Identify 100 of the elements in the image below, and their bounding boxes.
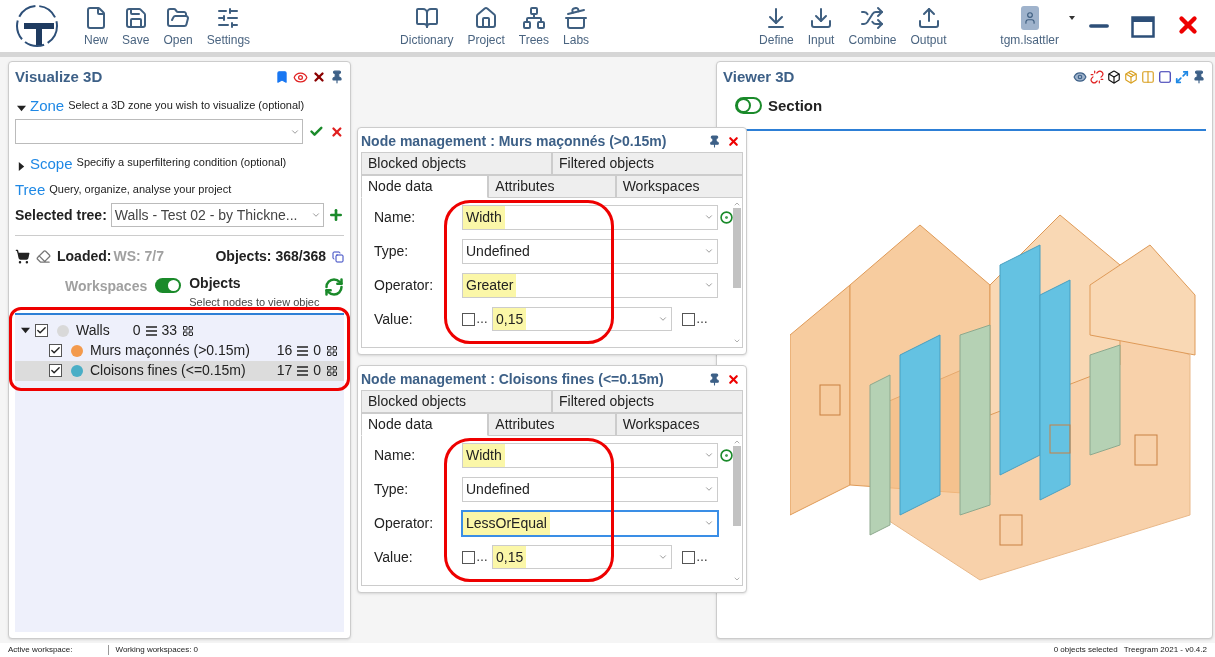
confirm-check-icon[interactable] — [309, 124, 325, 139]
count-text: 0 — [313, 361, 321, 380]
scrollbar-thumb[interactable] — [733, 446, 741, 526]
folder-icon — [166, 6, 191, 30]
dropdown-caret-icon[interactable] — [1069, 16, 1075, 20]
target-icon[interactable] — [720, 210, 733, 224]
toolbar-button[interactable]: Dictionary — [400, 6, 454, 46]
toolbar-button[interactable]: Open — [163, 6, 193, 46]
clear-icon[interactable] — [330, 124, 344, 139]
toolbar-button[interactable]: Combine — [848, 6, 897, 46]
range-checkbox[interactable] — [682, 312, 695, 326]
pin-icon[interactable] — [330, 70, 344, 85]
book-icon — [414, 6, 439, 30]
toolbar-button[interactable]: Labs — [563, 6, 590, 46]
count-text: 16 — [276, 341, 293, 360]
value-dropdown[interactable]: 0,15 — [492, 545, 672, 569]
close-icon[interactable] — [727, 135, 740, 148]
section-heading: Tree — [15, 182, 46, 197]
eye-icon[interactable] — [1073, 70, 1087, 85]
count-text: 17 — [276, 361, 293, 380]
loaded-label: Loaded: — [57, 247, 112, 266]
collapse-arrow-icon[interactable] — [21, 326, 30, 335]
section-hint: Query, organize, analyse your project — [49, 181, 232, 197]
status-text: 0 objects selected — [1053, 644, 1118, 656]
toolbar-button[interactable]: Trees — [518, 6, 550, 46]
status-text: Working workspaces: 0 — [115, 644, 199, 656]
eye-icon[interactable] — [293, 69, 308, 85]
mode-toggle[interactable] — [155, 278, 182, 293]
grid-icon — [326, 364, 338, 377]
checkbox[interactable] — [49, 364, 62, 377]
range-checkbox[interactable] — [462, 312, 475, 326]
add-icon[interactable] — [327, 207, 344, 223]
section-heading[interactable]: Zone — [30, 98, 65, 113]
panel-title: Visualize 3D — [15, 67, 103, 87]
user-badge-icon — [1020, 6, 1039, 30]
select-dropdown[interactable]: Undefined — [462, 238, 718, 264]
broken-link-icon[interactable] — [1090, 70, 1104, 85]
range-checkbox-label: … — [696, 549, 708, 566]
select-dropdown[interactable]: Undefined — [462, 476, 718, 502]
count-text: 0 — [132, 321, 141, 340]
toolbar-button[interactable]: Define — [759, 6, 794, 46]
bookmark-icon[interactable] — [275, 70, 289, 85]
scrollbar-thumb[interactable] — [733, 208, 741, 288]
refresh-icon[interactable] — [324, 277, 344, 297]
tab[interactable]: Filtered objects — [552, 152, 743, 175]
scrollbar[interactable] — [733, 438, 741, 583]
panel-title: Node management : Cloisons fines (<=0.15m) — [361, 370, 664, 389]
tree-dropdown[interactable]: Walls - Test 02 - by Thickne... — [110, 203, 324, 227]
field-label: Value: — [374, 547, 414, 567]
square-icon[interactable] — [1158, 70, 1172, 85]
toolbar-button[interactable]: Project — [467, 6, 505, 46]
toolbar-button[interactable]: Save — [122, 6, 150, 46]
expand-icon[interactable] — [1175, 70, 1189, 85]
close-icon[interactable] — [312, 70, 326, 85]
toolbar-button[interactable]: Settings — [206, 6, 251, 46]
name-field[interactable]: Width — [462, 204, 718, 230]
user-button[interactable]: tgm.lsattler — [1000, 6, 1059, 46]
maximize-icon[interactable] — [1131, 16, 1155, 38]
sliders-icon — [216, 6, 241, 30]
checkbox[interactable] — [49, 344, 62, 357]
pin-icon[interactable] — [1192, 70, 1206, 85]
field-label: Type: — [374, 241, 410, 261]
copy-icon[interactable] — [332, 250, 344, 263]
pin-icon[interactable] — [708, 135, 721, 148]
toolbar-button[interactable]: Output — [910, 6, 947, 46]
toolbar-button[interactable]: New — [84, 6, 108, 46]
list-icon — [297, 345, 309, 356]
ws-count: WS: 7/7 — [113, 247, 165, 266]
tab[interactable]: Blocked objects — [361, 152, 552, 175]
select-dropdown[interactable]: Greater — [462, 272, 718, 298]
pin-icon[interactable] — [708, 373, 721, 386]
tab[interactable]: Node data — [361, 175, 489, 198]
tab[interactable]: Attributes — [488, 175, 616, 198]
tab[interactable]: Filtered objects — [552, 390, 743, 413]
range-checkbox[interactable] — [462, 550, 475, 564]
select-dropdown[interactable]: LessOrEqual — [462, 510, 718, 536]
close-icon[interactable] — [727, 373, 740, 386]
grid-icon — [326, 344, 338, 357]
target-icon[interactable] — [720, 448, 733, 462]
value-dropdown[interactable]: 0,15 — [492, 307, 672, 331]
name-field[interactable]: Width — [462, 442, 718, 468]
cart-icon[interactable] — [15, 249, 30, 264]
eraser-icon[interactable] — [36, 249, 51, 264]
tab[interactable]: Workspaces — [615, 175, 743, 198]
range-checkbox[interactable] — [682, 550, 695, 564]
collapse-arrow-icon[interactable] — [17, 104, 26, 113]
cube-icon[interactable] — [1107, 70, 1121, 85]
section-heading[interactable]: Scope — [30, 155, 73, 171]
tab[interactable]: Workspaces — [615, 413, 743, 436]
toolbar-button[interactable]: Input — [807, 6, 835, 46]
expand-arrow-icon[interactable] — [17, 161, 26, 171]
field-label: Operator: — [374, 513, 435, 533]
tab[interactable]: Node data — [361, 413, 489, 436]
tab[interactable]: Blocked objects — [361, 390, 552, 413]
scrollbar[interactable] — [733, 200, 741, 345]
checkbox[interactable] — [35, 324, 48, 337]
section-toggle[interactable] — [735, 97, 762, 115]
tree-node[interactable]: Cloisons fines (<=0.15m) 17 0 — [15, 360, 344, 381]
node-label: Cloisons fines (<=0.15m) — [90, 361, 246, 380]
tab[interactable]: Attributes — [488, 413, 616, 436]
